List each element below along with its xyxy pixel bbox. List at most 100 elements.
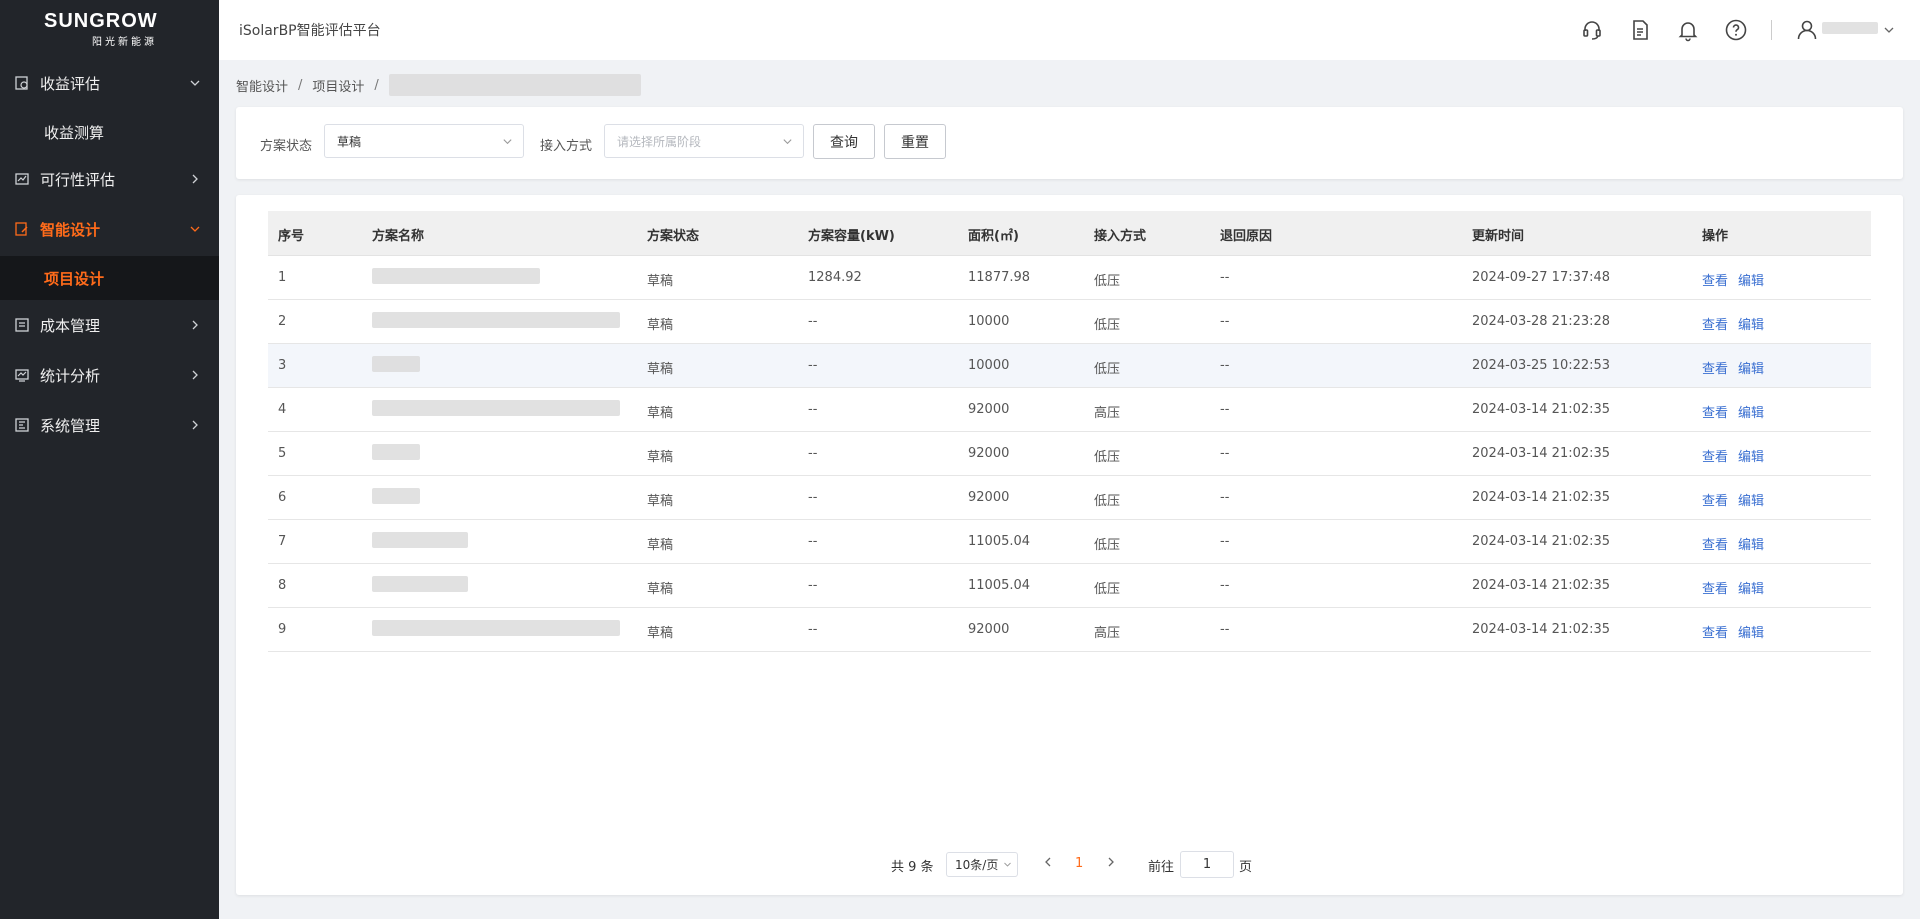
edit-link[interactable]: 编辑 — [1738, 622, 1764, 641]
table-body: 1 草稿 1284.92 11877.98 低压 -- 2024-09-27 17:37:4… — [268, 256, 1871, 652]
sidebar-item-system[interactable]: 系统管理 — [0, 400, 219, 450]
cell-area: 10000 — [968, 314, 1010, 329]
cell-name-redacted — [372, 312, 620, 328]
col-header-access: 接入方式 — [1094, 229, 1147, 244]
col-header-no: 序号 — [278, 229, 305, 244]
cell-capacity: -- — [808, 490, 818, 505]
cell-reason: -- — [1220, 622, 1230, 637]
edit-link[interactable]: 编辑 — [1738, 402, 1764, 421]
sidebar-item-feasibility[interactable]: 可行性评估 — [0, 154, 219, 204]
view-link[interactable]: 查看 — [1702, 358, 1728, 377]
view-link[interactable]: 查看 — [1702, 446, 1728, 465]
headset-icon[interactable] — [1580, 18, 1604, 42]
sidebar-item-smart-design[interactable]: 智能设计 — [0, 204, 219, 254]
cell-name-redacted — [372, 488, 420, 504]
cost-icon — [15, 318, 29, 332]
table-row: 1 草稿 1284.92 11877.98 低压 -- 2024-09-27 17:37:4… — [268, 256, 1871, 300]
edit-link[interactable]: 编辑 — [1738, 358, 1764, 377]
edit-link[interactable]: 编辑 — [1738, 578, 1764, 597]
breadcrumb-item[interactable]: 智能设计 — [236, 76, 288, 95]
prev-page-icon[interactable] — [1041, 855, 1055, 869]
top-header: iSolarBP智能评估平台 — [219, 0, 1920, 60]
cell-area: 92000 — [968, 402, 1010, 417]
view-link[interactable]: 查看 — [1702, 490, 1728, 509]
cell-no: 7 — [278, 534, 287, 549]
cell-access: 高压 — [1094, 626, 1121, 641]
cell-time: 2024-03-14 21:02:35 — [1472, 446, 1611, 461]
cell-time: 2024-03-14 21:02:35 — [1472, 534, 1611, 549]
cell-reason: -- — [1220, 314, 1230, 329]
cell-access: 低压 — [1094, 582, 1121, 597]
table-row: 6 草稿 -- 92000 低压 -- 2024-03-14 21:02:35 查看 编辑 — [268, 476, 1871, 520]
table-row: 8 草稿 -- 11005.04 低压 -- 2024-03-14 21:02:35 查看 编辑 — [268, 564, 1871, 608]
status-select[interactable]: 草稿 — [324, 124, 524, 158]
username-redacted[interactable] — [1822, 22, 1878, 34]
document-icon[interactable] — [1628, 18, 1652, 42]
page-size-select[interactable]: 10条/页 — [946, 852, 1018, 877]
breadcrumb-item[interactable]: 项目设计 — [312, 76, 364, 95]
cell-time: 2024-03-25 10:22:53 — [1472, 358, 1611, 373]
chevron-down-icon — [503, 139, 512, 145]
edit-link[interactable]: 编辑 — [1738, 534, 1764, 553]
cell-time: 2024-03-28 21:23:28 — [1472, 314, 1611, 329]
edit-link[interactable]: 编辑 — [1738, 446, 1764, 465]
table-row: 2 草稿 -- 10000 低压 -- 2024-03-28 21:23:28 查看 编辑 — [268, 300, 1871, 344]
cell-name-redacted — [372, 532, 468, 548]
cell-capacity: -- — [808, 446, 818, 461]
page-size-value: 10条/页 — [955, 858, 999, 872]
chevron-down-icon[interactable] — [1883, 24, 1895, 36]
query-button[interactable]: 查询 — [813, 124, 875, 159]
cell-access: 低压 — [1094, 538, 1121, 553]
system-icon — [15, 418, 29, 432]
cell-area: 92000 — [968, 622, 1010, 637]
cell-area: 10000 — [968, 358, 1010, 373]
access-select[interactable]: 请选择所属阶段 — [604, 124, 804, 158]
cell-access: 低压 — [1094, 494, 1121, 509]
view-link[interactable]: 查看 — [1702, 622, 1728, 641]
cell-capacity: 1284.92 — [808, 270, 862, 285]
next-page-icon[interactable] — [1104, 855, 1118, 869]
edit-link[interactable]: 编辑 — [1738, 314, 1764, 333]
view-link[interactable]: 查看 — [1702, 578, 1728, 597]
edit-link[interactable]: 编辑 — [1738, 270, 1764, 289]
cell-reason: -- — [1220, 270, 1230, 285]
feasibility-icon — [15, 173, 29, 185]
cell-status: 草稿 — [647, 450, 674, 465]
sidebar-item-revenue[interactable]: 收益评估 — [0, 58, 219, 108]
cell-access: 低压 — [1094, 362, 1121, 377]
breadcrumb: 智能设计 / 项目设计 / — [236, 74, 641, 96]
sidebar-subitem-revenue-calc[interactable]: 收益测算 — [0, 110, 219, 154]
bell-icon[interactable] — [1676, 18, 1700, 42]
user-icon[interactable] — [1795, 18, 1819, 42]
goto-page-input[interactable] — [1180, 851, 1234, 878]
table-header: 序号 方案名称 方案状态 方案容量(kW) 面积(㎡) 接入方式 退回原因 更新… — [268, 211, 1871, 256]
cell-status: 草稿 — [647, 318, 674, 333]
view-link[interactable]: 查看 — [1702, 314, 1728, 333]
view-link[interactable]: 查看 — [1702, 402, 1728, 421]
reset-button[interactable]: 重置 — [884, 124, 946, 159]
cell-reason: -- — [1220, 358, 1230, 373]
page-number-current[interactable]: 1 — [1075, 856, 1083, 871]
cell-status: 草稿 — [647, 494, 674, 509]
sidebar-item-label: 统计分析 — [40, 366, 101, 385]
sidebar-item-cost[interactable]: 成本管理 — [0, 300, 219, 350]
cell-status: 草稿 — [647, 538, 674, 553]
cell-no: 4 — [278, 402, 287, 417]
sidebar-item-stats[interactable]: 统计分析 — [0, 350, 219, 400]
edit-link[interactable]: 编辑 — [1738, 490, 1764, 509]
sidebar-item-label: 可行性评估 — [40, 170, 116, 189]
chevron-right-icon — [192, 370, 198, 380]
col-header-name: 方案名称 — [372, 229, 425, 244]
col-header-status: 方案状态 — [647, 229, 700, 244]
cell-reason: -- — [1220, 446, 1230, 461]
chevron-right-icon — [192, 420, 198, 430]
cell-status: 草稿 — [647, 274, 674, 289]
cell-status: 草稿 — [647, 582, 674, 597]
cell-area: 11005.04 — [968, 578, 1031, 593]
sidebar-subitem-project-design[interactable]: 项目设计 — [0, 256, 219, 300]
cell-no: 9 — [278, 622, 287, 637]
help-icon[interactable] — [1724, 18, 1748, 42]
breadcrumb-separator: / — [374, 77, 379, 93]
view-link[interactable]: 查看 — [1702, 270, 1728, 289]
view-link[interactable]: 查看 — [1702, 534, 1728, 553]
